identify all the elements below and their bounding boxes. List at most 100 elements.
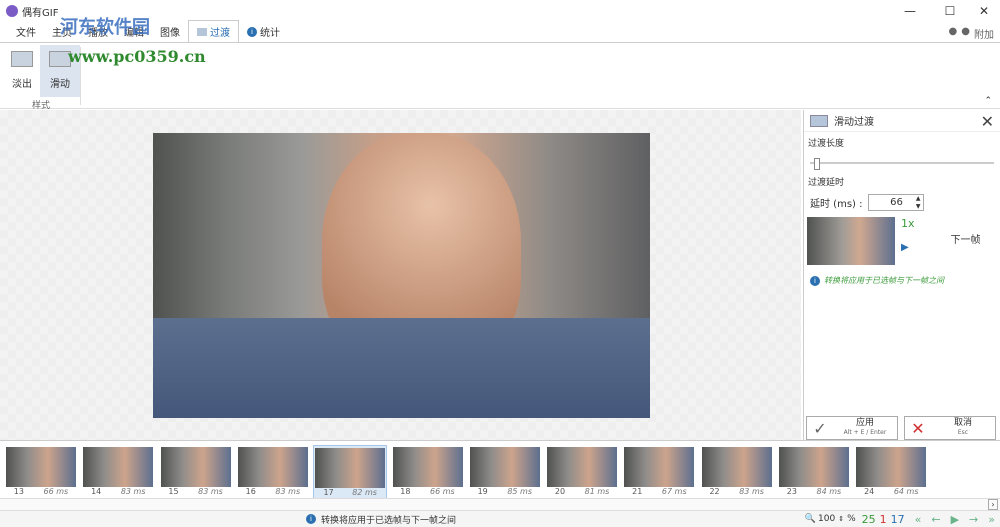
frame-thumbnail[interactable]: 20 81 ms	[545, 445, 619, 499]
frame-image	[160, 447, 231, 487]
frame-thumbnail[interactable]: 23 84 ms	[777, 445, 851, 499]
ribbon: 淡出 滑动 样式 河东软件园 www.pc0359.cn ⌃	[0, 17, 1000, 111]
user-icon[interactable]: ●	[949, 26, 958, 41]
frame-number: 14	[91, 487, 102, 496]
frame-thumbnail[interactable]: 21 67 ms	[622, 445, 696, 499]
tab-label: 统计	[260, 28, 280, 39]
frame-thumbnail[interactable]: 13 66 ms	[4, 445, 78, 499]
frame-total: 25	[861, 512, 876, 526]
zoom-value[interactable]: 100	[818, 514, 835, 524]
frame-thumbnail[interactable]: 24 64 ms	[854, 445, 928, 499]
frame-image	[856, 447, 927, 487]
slider-thumb[interactable]	[814, 158, 820, 170]
cancel-label: 取消	[953, 418, 972, 428]
frame-number: 24	[864, 487, 875, 496]
zoom-percent: %	[847, 514, 856, 524]
frame-image	[83, 447, 154, 487]
minimize-button[interactable]: —	[892, 0, 928, 22]
maximize-button[interactable]: ☐	[932, 0, 968, 22]
frame-number: 20	[554, 487, 566, 496]
check-icon: ✓	[813, 418, 827, 438]
frame-image	[547, 447, 618, 487]
frame-number: 21	[632, 487, 643, 496]
frame-thumbnail[interactable]: 22 83 ms	[700, 445, 774, 499]
frame-delay: 82 ms	[352, 488, 377, 497]
title-bar: 偶有GIF — ☐ ✕	[0, 0, 1000, 22]
tab-image[interactable]: 图像	[152, 21, 188, 42]
frame-delay: 64 ms	[893, 487, 919, 496]
frame-thumbnail[interactable]: 17 82 ms	[313, 445, 388, 499]
previous-frame-icon[interactable]: ←	[931, 513, 940, 526]
frame-image	[469, 447, 540, 487]
length-slider[interactable]	[810, 155, 994, 171]
apply-label: 应用	[855, 418, 874, 428]
frame-number: 13	[13, 487, 24, 496]
extras-button[interactable]: 附加	[974, 26, 994, 41]
frame-number: 17	[323, 488, 334, 497]
spinner-icon[interactable]: ▲ ▼	[916, 195, 921, 211]
frame-number: 16	[245, 487, 256, 496]
frame-thumbnail[interactable]: 16 83 ms	[236, 445, 310, 499]
frame-image	[701, 447, 772, 487]
play-icon[interactable]: ▶	[901, 242, 915, 253]
frame-preview-image	[153, 133, 650, 418]
last-frame-icon[interactable]: »	[988, 513, 995, 526]
frame-delay: 85 ms	[507, 487, 533, 496]
frame-delay: 83 ms	[120, 487, 146, 496]
transition-preview	[807, 217, 895, 265]
frame-delay: 84 ms	[816, 487, 842, 496]
cancel-button[interactable]: ✕ 取消 Esc	[904, 416, 996, 440]
slide-transition-icon	[810, 114, 828, 127]
frame-number: 18	[400, 487, 411, 496]
watermark-logo: 河东软件园	[60, 17, 150, 38]
current-frame: 17	[890, 512, 905, 526]
zoom-spinner-icon[interactable]: ⇕	[838, 515, 844, 523]
apply-shortcut: Alt + E / Enter	[843, 429, 887, 436]
chat-icon[interactable]: ●	[961, 26, 970, 41]
tab-transitions[interactable]: 过渡	[188, 20, 239, 42]
transition-icon	[197, 27, 207, 36]
slide-transition-panel: 滑动过渡 ✕ 过渡长度 过渡延时 延时 (ms) : 66 ▲ ▼ 1x ▶ 下一帧 …	[803, 110, 1000, 440]
tab-statistics[interactable]: i 统计	[239, 21, 288, 42]
frame-thumbnail[interactable]: 19 85 ms	[468, 445, 542, 499]
frame-thumbnail[interactable]: 15 83 ms	[159, 445, 233, 499]
frame-image	[624, 447, 695, 487]
frame-number: 23	[786, 487, 797, 496]
close-panel-icon[interactable]: ✕	[981, 112, 994, 131]
frame-strip: 13 66 ms 14 83 ms 15 83 ms 16 83 ms 17 82 ms 18 66 …	[0, 440, 1000, 499]
status-bar: i 转换将应用于已选帧与下一帧之间 🔍 100 ⇕ % 25 1 17 « ← …	[0, 510, 1000, 527]
watermark-url: www.pc0359.cn	[68, 47, 206, 66]
delay-input[interactable]: 66 ▲ ▼	[868, 194, 925, 211]
apply-button[interactable]: ✓ 应用 Alt + E / Enter	[806, 416, 898, 440]
frame-delay: 66 ms	[430, 487, 455, 496]
app-icon	[6, 5, 18, 17]
next-frame-label: 下一帧	[950, 235, 981, 246]
window-title: 偶有GIF	[22, 7, 59, 19]
info-icon: i	[247, 26, 257, 37]
fade-label: 淡出	[12, 79, 32, 90]
panel-title: 滑动过渡	[834, 117, 874, 128]
collapse-ribbon-icon[interactable]: ⌃	[984, 96, 992, 106]
frame-delay: 83 ms	[198, 487, 223, 496]
close-button[interactable]: ✕	[966, 0, 1000, 22]
frame-image	[6, 447, 76, 487]
length-section-label: 过渡长度	[808, 139, 845, 149]
next-frame-icon[interactable]: →	[969, 513, 978, 526]
first-frame-icon[interactable]: «	[915, 513, 922, 526]
status-message: 转换将应用于已选帧与下一帧之间	[321, 515, 457, 526]
fade-button[interactable]: 淡出	[2, 45, 42, 97]
frame-number: 15	[168, 487, 179, 496]
zoom-icon: 🔍	[804, 514, 816, 524]
frame-thumbnail[interactable]: 18 66 ms	[391, 445, 465, 499]
delay-value: 66	[890, 197, 903, 208]
frame-delay: 83 ms	[739, 487, 764, 496]
play-icon[interactable]: ▶	[951, 513, 959, 526]
tab-label: 过渡	[210, 28, 230, 39]
delay-section-label: 过渡延时	[808, 178, 845, 188]
horizontal-scrollbar[interactable]: ›	[0, 498, 1000, 510]
tab-file[interactable]: 文件	[8, 21, 44, 42]
ribbon-tabs: 文件 主页 播放 编辑 图像 过渡 i 统计	[0, 20, 1000, 42]
frame-thumbnail[interactable]: 14 83 ms	[81, 445, 155, 499]
frame-image	[315, 448, 386, 488]
scroll-right-icon[interactable]: ›	[988, 499, 998, 510]
